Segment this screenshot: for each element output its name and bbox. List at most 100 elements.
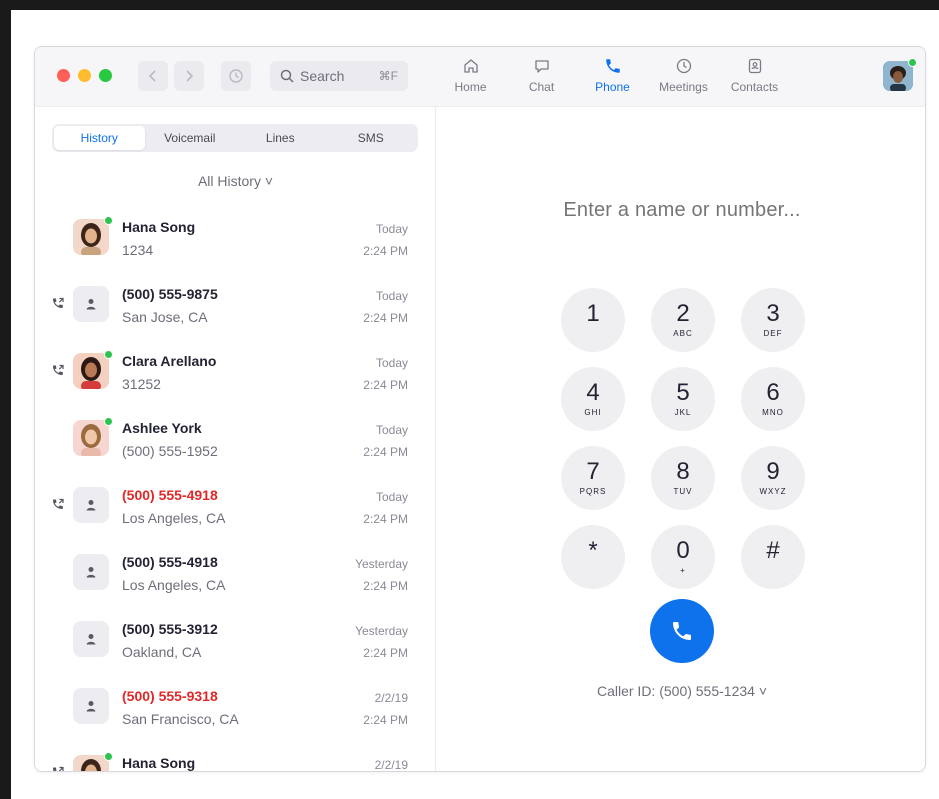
tab-home-label: Home xyxy=(454,80,487,94)
search-shortcut: ⌘F xyxy=(378,69,398,83)
caller-name: Clara Arellano xyxy=(122,353,217,369)
call-history-row[interactable]: (500) 555-4918 Los Angeles, CA Yesterday 2:… xyxy=(35,542,436,609)
caller-detail: Los Angeles, CA xyxy=(122,510,226,526)
call-history-row[interactable]: (500) 555-9875 San Jose, CA Today 2:24 PM xyxy=(35,274,436,341)
tab-phone[interactable]: Phone xyxy=(577,57,648,101)
dial-number-input[interactable] xyxy=(437,199,925,222)
dial-key-1[interactable]: 1 xyxy=(561,288,625,352)
search-icon xyxy=(280,69,294,83)
maximize-window-button[interactable] xyxy=(99,69,112,82)
contact-avatar xyxy=(73,752,113,771)
call-history-row[interactable]: (500) 555-9318 San Francisco, CA 2/2/19 2:2… xyxy=(35,676,436,743)
recent-history-button[interactable] xyxy=(221,61,251,91)
dial-key-8[interactable]: 8 TUV xyxy=(651,446,715,510)
person-icon xyxy=(86,567,96,578)
dial-key-9[interactable]: 9 WXYZ xyxy=(741,446,805,510)
dial-key-7[interactable]: 7 PQRS xyxy=(561,446,625,510)
call-history-row[interactable]: Hana Song 1234 Today 2:24 PM xyxy=(35,207,436,274)
call-time: 2:24 PM xyxy=(363,646,408,660)
call-date: Today xyxy=(375,423,408,437)
call-button[interactable] xyxy=(650,599,714,663)
tab-chat-label: Chat xyxy=(528,80,555,94)
person-icon xyxy=(86,634,96,645)
call-history-row[interactable]: (500) 555-4918 Los Angeles, CA Today 2:24 P… xyxy=(35,475,436,542)
tab-contacts[interactable]: Contacts xyxy=(719,57,790,101)
dial-key-5[interactable]: 5 JKL xyxy=(651,367,715,431)
call-time: 2:24 PM xyxy=(363,445,408,459)
tab-home[interactable]: Home xyxy=(435,57,506,101)
call-time: 2:24 PM xyxy=(363,579,408,593)
caller-name: (500) 555-3912 xyxy=(122,621,218,637)
caller-name: Hana Song xyxy=(122,219,196,235)
segment-sms[interactable]: SMS xyxy=(326,126,417,150)
call-time: 2:24 PM xyxy=(363,713,408,727)
dial-key-pound[interactable]: # xyxy=(741,525,805,589)
outgoing-call-icon xyxy=(53,766,64,771)
contact-avatar xyxy=(73,688,109,724)
outgoing-call-icon xyxy=(53,364,64,375)
call-history-row[interactable]: Ashlee York (500) 555-1952 Today 2:24 PM xyxy=(35,408,436,475)
dial-key-digit: 1 xyxy=(586,300,600,327)
caller-detail: San Jose, CA xyxy=(122,309,208,325)
contact-avatar xyxy=(73,487,109,523)
close-window-button[interactable] xyxy=(57,69,70,82)
online-status-dot xyxy=(908,58,917,67)
dial-key-3[interactable]: 3 DEF xyxy=(741,288,805,352)
search-input[interactable]: Search ⌘F xyxy=(270,61,408,91)
title-bar: Search ⌘F Home Chat Phone Meetings Conta… xyxy=(35,47,925,107)
contact-card-icon xyxy=(748,58,761,74)
back-button[interactable] xyxy=(138,61,168,91)
contact-avatar xyxy=(73,554,109,590)
dial-key-digit: # xyxy=(766,537,780,564)
contact-avatar xyxy=(73,350,113,389)
call-history-list: Hana Song 1234 Today 2:24 PM (500) 555-9875 S… xyxy=(35,207,436,771)
chevron-left-icon xyxy=(148,70,156,82)
dial-key-digit: 9 xyxy=(766,458,780,485)
contact-avatar xyxy=(73,286,109,322)
call-date: 2/2/19 xyxy=(374,691,408,705)
dial-key-2[interactable]: 2 ABC xyxy=(651,288,715,352)
caller-name: (500) 555-9875 xyxy=(122,286,218,302)
call-history-row[interactable]: Clara Arellano 31252 Today 2:24 PM xyxy=(35,341,436,408)
call-time: 2:24 PM xyxy=(363,378,408,392)
segment-history[interactable]: History xyxy=(54,126,145,150)
online-status-dot xyxy=(104,350,113,359)
online-status-dot xyxy=(104,417,113,426)
minimize-window-button[interactable] xyxy=(78,69,91,82)
contact-avatar xyxy=(73,417,113,456)
person-icon xyxy=(86,299,96,310)
call-time: 2:24 PM xyxy=(363,512,408,526)
call-history-row[interactable]: Hana Song 2/2/19 xyxy=(35,743,436,771)
call-date: Today xyxy=(375,490,408,504)
caller-detail: San Francisco, CA xyxy=(122,711,239,727)
profile-avatar[interactable] xyxy=(883,58,917,91)
dial-key-digit: 2 xyxy=(676,300,690,327)
tab-meetings[interactable]: Meetings xyxy=(648,57,719,101)
caller-detail: 31252 xyxy=(122,376,161,392)
contact-avatar xyxy=(73,216,113,255)
caller-id-dropdown[interactable]: Caller ID: (500) 555-1234 ˅ xyxy=(437,683,925,699)
history-panel: History Voicemail Lines SMS All History … xyxy=(35,107,436,771)
dial-key-digit: 0 xyxy=(676,537,690,564)
call-date: Today xyxy=(375,222,408,236)
dial-key-0[interactable]: 0 + xyxy=(651,525,715,589)
forward-button[interactable] xyxy=(174,61,204,91)
call-date: Yesterday xyxy=(355,624,408,638)
dial-key-star[interactable]: * xyxy=(561,525,625,589)
dial-key-digit: 4 xyxy=(586,379,600,406)
dial-key-digit: 6 xyxy=(766,379,780,406)
call-history-row[interactable]: (500) 555-3912 Oakland, CA Yesterday 2:24 P… xyxy=(35,609,436,676)
history-filter-dropdown[interactable]: All History ˅ xyxy=(35,173,436,189)
caller-detail: (500) 555-1952 xyxy=(122,443,218,459)
dial-key-digit: 7 xyxy=(586,458,600,485)
dial-key-digit: 3 xyxy=(766,300,780,327)
dial-key-4[interactable]: 4 GHI xyxy=(561,367,625,431)
clock-icon xyxy=(229,69,243,83)
call-time: 2:24 PM xyxy=(363,311,408,325)
tab-chat[interactable]: Chat xyxy=(506,57,577,101)
segment-lines[interactable]: Lines xyxy=(235,126,326,150)
phone-icon xyxy=(673,622,691,640)
segment-voicemail[interactable]: Voicemail xyxy=(145,126,236,150)
dial-key-letters: TUV xyxy=(673,487,693,496)
dial-key-6[interactable]: 6 MNO xyxy=(741,367,805,431)
